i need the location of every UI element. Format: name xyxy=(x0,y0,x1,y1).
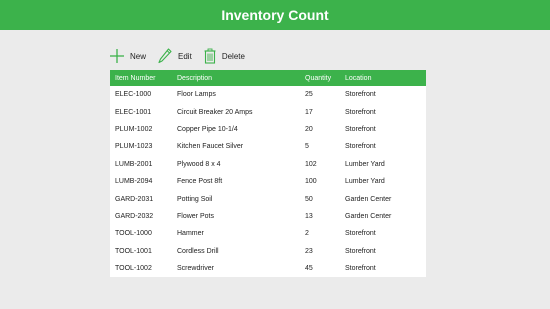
table-row[interactable]: ELEC-1000 Floor Lamps 25 Storefront xyxy=(110,86,426,103)
cell-quantity: 17 xyxy=(305,108,313,116)
table-row[interactable]: TOOL-1002 Screwdriver 45 Storefront xyxy=(110,260,426,277)
cell-description: Kitchen Faucet Silver xyxy=(177,143,244,151)
trash-icon xyxy=(204,48,216,64)
cell-item-number: TOOL-1001 xyxy=(115,247,152,255)
cell-item-number: LUMB-2001 xyxy=(115,160,153,168)
cell-description: Plywood 8 x 4 xyxy=(177,160,221,168)
table-row[interactable]: GARD-2031 Potting Soil 50 Garden Center xyxy=(110,190,426,207)
table-row[interactable]: ELEC-1001 Circuit Breaker 20 Amps 17 Storef… xyxy=(110,103,426,120)
cell-location: Storefront xyxy=(345,108,376,116)
cell-item-number: TOOL-1000 xyxy=(115,230,152,238)
delete-label: Delete xyxy=(221,51,245,61)
table-row[interactable]: TOOL-1000 Hammer 2 Storefront xyxy=(110,225,426,242)
cell-description: Floor Lamps xyxy=(177,91,216,99)
edit-label: Edit xyxy=(178,51,192,61)
cell-quantity: 5 xyxy=(305,143,309,151)
cell-location: Storefront xyxy=(345,247,376,255)
table-header: Item Number Description Quantity Locatio… xyxy=(110,70,426,86)
cell-quantity: 23 xyxy=(305,247,313,255)
cell-location: Lumber Yard xyxy=(345,160,385,168)
cell-quantity: 25 xyxy=(305,91,313,99)
table-row[interactable]: GARD-2032 Flower Pots 13 Garden Center xyxy=(110,208,426,225)
cell-quantity: 50 xyxy=(305,195,313,203)
cell-quantity: 102 xyxy=(305,160,317,168)
table-row[interactable]: PLUM-1002 Copper Pipe 10-1/4 20 Storefront xyxy=(110,121,426,138)
cell-quantity: 2 xyxy=(305,230,309,238)
cell-item-number: GARD-2032 xyxy=(115,212,154,220)
cell-location: Storefront xyxy=(345,91,376,99)
table-row[interactable]: TOOL-1001 Cordless Drill 23 Storefront xyxy=(110,243,426,260)
table-body: ELEC-1000 Floor Lamps 25 Storefront ELEC-100… xyxy=(110,86,426,277)
cell-description: Screwdriver xyxy=(177,265,214,273)
cell-description: Circuit Breaker 20 Amps xyxy=(177,108,253,116)
edit-button[interactable]: Edit xyxy=(158,48,192,64)
cell-quantity: 13 xyxy=(305,212,313,220)
inventory-table: Item Number Description Quantity Locatio… xyxy=(110,70,426,278)
cell-quantity: 100 xyxy=(305,178,317,186)
cell-location: Storefront xyxy=(345,265,376,273)
cell-description: Flower Pots xyxy=(177,212,214,220)
cell-location: Storefront xyxy=(345,230,376,238)
cell-item-number: LUMB-2094 xyxy=(115,178,153,186)
app-header: Inventory Count xyxy=(0,0,550,30)
cell-item-number: GARD-2031 xyxy=(115,195,154,203)
cell-location: Garden Center xyxy=(345,212,392,220)
cell-description: Cordless Drill xyxy=(177,247,219,255)
cell-item-number: TOOL-1002 xyxy=(115,265,152,273)
delete-button[interactable]: Delete xyxy=(204,48,245,64)
cell-item-number: ELEC-1001 xyxy=(115,108,152,116)
toolbar: New Edit Delete xyxy=(110,48,257,64)
cell-description: Copper Pipe 10-1/4 xyxy=(177,125,238,133)
plus-icon xyxy=(110,49,124,63)
cell-item-number: ELEC-1000 xyxy=(115,91,152,99)
table-row[interactable]: LUMB-2001 Plywood 8 x 4 102 Lumber Yard xyxy=(110,156,426,173)
cell-item-number: PLUM-1002 xyxy=(115,125,153,133)
cell-location: Garden Center xyxy=(345,195,392,203)
new-button[interactable]: New xyxy=(110,49,146,63)
column-header-location[interactable]: Location xyxy=(345,70,371,86)
cell-description: Potting Soil xyxy=(177,195,213,203)
cell-quantity: 45 xyxy=(305,265,313,273)
cell-description: Fence Post 8ft xyxy=(177,178,223,186)
column-header-quantity[interactable]: Quantity xyxy=(305,70,331,86)
column-header-description[interactable]: Description xyxy=(177,70,212,86)
new-label: New xyxy=(130,51,147,61)
cell-item-number: PLUM-1023 xyxy=(115,143,153,151)
table-row[interactable]: PLUM-1023 Kitchen Faucet Silver 5 Storefron… xyxy=(110,138,426,155)
cell-description: Hammer xyxy=(177,230,204,238)
cell-location: Storefront xyxy=(345,125,376,133)
table-row[interactable]: LUMB-2094 Fence Post 8ft 100 Lumber Yard xyxy=(110,173,426,190)
cell-location: Storefront xyxy=(345,143,376,151)
cell-quantity: 20 xyxy=(305,125,313,133)
pencil-icon xyxy=(158,48,172,64)
column-header-item-number[interactable]: Item Number xyxy=(115,70,155,86)
page-title: Inventory Count xyxy=(221,7,329,23)
cell-location: Lumber Yard xyxy=(345,178,385,186)
